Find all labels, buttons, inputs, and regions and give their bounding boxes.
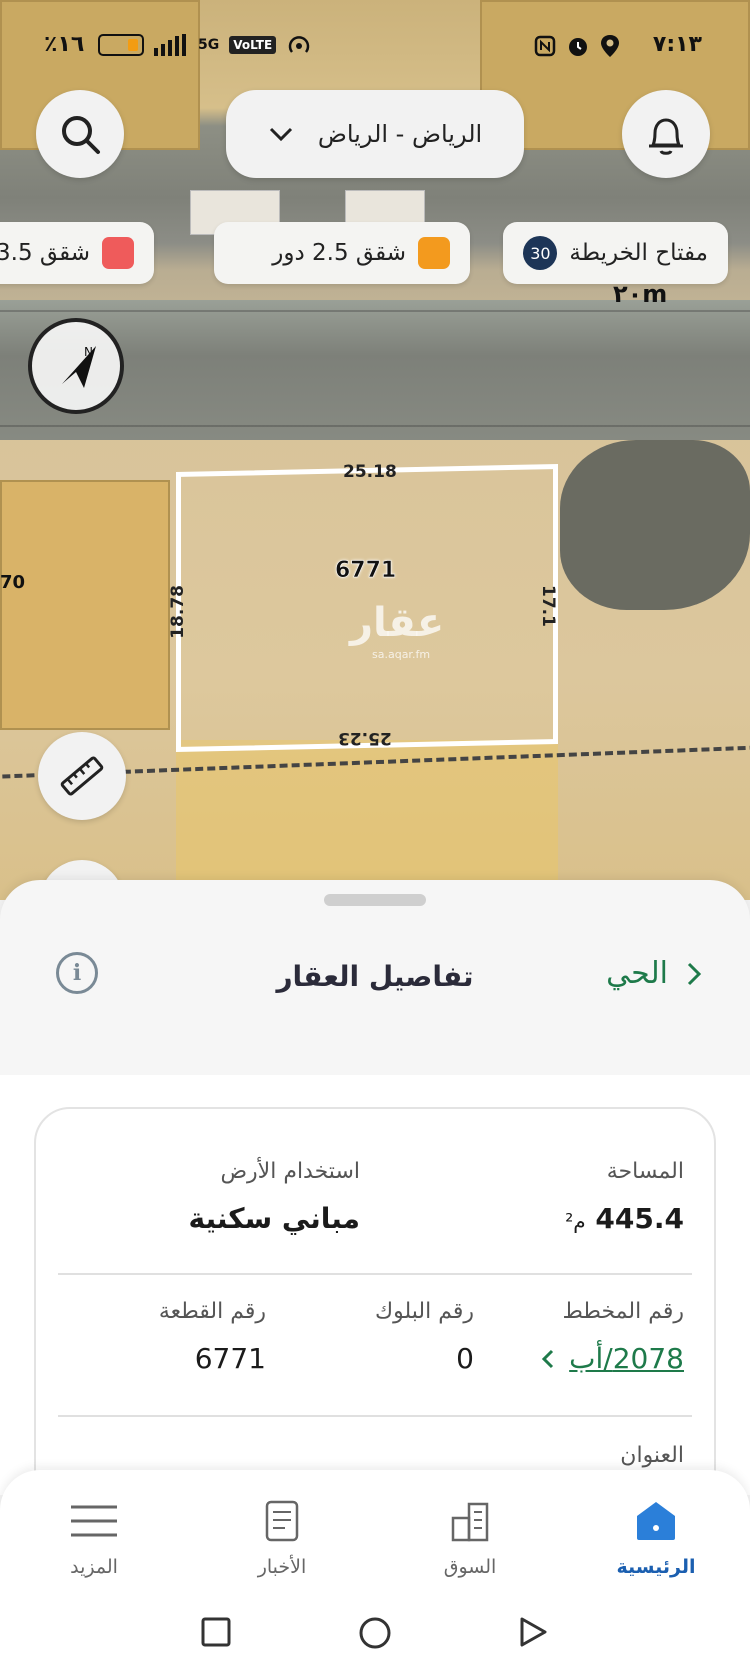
legend-swatch	[418, 237, 450, 269]
legend-chip-apartments-3-5[interactable]: شقق 3.5	[0, 222, 154, 284]
watermark-logo: عقار	[350, 600, 445, 646]
property-details-sheet: الحي تفاصيل العقار i المساحة 445.4 م² اس…	[0, 880, 750, 1527]
plot-number-value: 6771	[194, 1342, 266, 1375]
clock: ٧:١٣	[652, 32, 702, 57]
address-label: العنوان	[620, 1443, 684, 1468]
plot-number-label: 6771	[335, 558, 397, 584]
ruler-icon	[60, 756, 104, 796]
nav-news-label: الأخبار	[257, 1556, 307, 1578]
hotspot-icon	[288, 36, 310, 53]
chevron-down-icon	[269, 127, 292, 142]
area-number: 445.4	[595, 1202, 684, 1235]
location-icon	[601, 35, 619, 57]
search-button[interactable]	[36, 90, 124, 178]
map-key-count: 30	[523, 236, 558, 270]
nav-home[interactable]: الرئيسية	[596, 1498, 716, 1578]
city-dropdown[interactable]: الرياض - الرياض	[226, 90, 524, 178]
nav-more-label: المزيد	[70, 1556, 118, 1578]
news-icon	[265, 1500, 299, 1542]
compass-needle-icon: N	[62, 345, 96, 388]
nfc-icon	[534, 35, 556, 57]
bottom-navigation: الرئيسية السوق الأخبار المزيد	[0, 1470, 750, 1600]
menu-icon	[71, 1505, 117, 1537]
block-number-field: رقم البلوك 0	[375, 1299, 474, 1375]
status-bar: ٪١٦ 5G VoLTE ٧:١٣	[0, 28, 750, 68]
nav-market-label: السوق	[443, 1556, 497, 1578]
property-info-card: المساحة 445.4 م² استخدام الأرض مباني سكن…	[34, 1107, 716, 1527]
volte-badge: VoLTE	[229, 36, 277, 54]
area-field: المساحة 445.4 م²	[565, 1159, 684, 1235]
home-icon	[637, 1502, 675, 1540]
sheet-drag-handle[interactable]	[324, 894, 426, 906]
address-field: العنوان	[620, 1443, 684, 1468]
legend-chip-label: شقق 3.5	[0, 240, 90, 266]
nav-news[interactable]: الأخبار	[222, 1498, 342, 1578]
area-value: 445.4 م²	[565, 1202, 684, 1235]
watermark-url: sa.aqar.fm	[372, 648, 431, 661]
measure-button[interactable]	[38, 732, 126, 820]
road-edge-line	[0, 425, 750, 427]
nav-more[interactable]: المزيد	[34, 1498, 154, 1578]
compass-button[interactable]: N	[28, 318, 124, 414]
svg-text:N: N	[84, 345, 93, 359]
circle-icon	[359, 1617, 391, 1649]
land-use-label: استخدام الأرض	[220, 1159, 360, 1184]
map-key-label: مفتاح الخريطة	[569, 240, 708, 266]
info-icon: i	[72, 960, 82, 986]
divider	[58, 1273, 692, 1275]
chevron-left-icon	[542, 1349, 554, 1368]
sheet-title: تفاصيل العقار	[276, 960, 474, 993]
search-icon	[62, 116, 100, 154]
plot-left-length: 18.78	[168, 585, 188, 639]
plot-number-field: رقم القطعة 6771	[159, 1299, 266, 1375]
block-number-label: رقم البلوك	[374, 1299, 474, 1324]
plan-number-value: 2078/أب	[569, 1342, 684, 1375]
map-key-chip[interactable]: مفتاح الخريطة 30	[503, 222, 728, 284]
map-scale: ٢٠m	[613, 280, 668, 308]
home-system-button[interactable]	[358, 1616, 392, 1654]
city-dropdown-value: الرياض - الرياض	[317, 120, 483, 148]
triangle-play-icon	[520, 1617, 547, 1647]
status-left-icons: 5G VoLTE	[98, 34, 312, 56]
buildings-icon	[451, 1502, 489, 1542]
map-building	[0, 480, 170, 730]
road-edge-line	[0, 310, 750, 312]
square-icon	[201, 1617, 231, 1647]
plan-number-field: رقم المخطط 2078/أب	[541, 1299, 684, 1375]
plot-top-length: 25.18	[343, 462, 397, 482]
status-right-icons	[534, 34, 620, 58]
nav-home-label: الرئيسية	[616, 1556, 696, 1578]
battery-percent: ٪١٦	[44, 32, 85, 57]
neighbor-plot-label: 70	[0, 572, 26, 593]
plot-bottom-length: 25.23	[338, 728, 392, 748]
battery-icon	[98, 34, 144, 56]
system-navigation-bar	[0, 1600, 750, 1667]
back-system-button[interactable]	[518, 1616, 548, 1652]
nav-market[interactable]: السوق	[410, 1498, 530, 1578]
area-unit: م²	[565, 1209, 586, 1233]
info-button[interactable]: i	[56, 952, 98, 994]
legend-chip-apartments-2-5[interactable]: شقق 2.5 دور	[214, 222, 470, 284]
legend-swatch	[102, 237, 134, 269]
legend-chip-label: شقق 2.5 دور	[272, 240, 406, 266]
plan-number-label: رقم المخطط	[562, 1299, 684, 1324]
alarm-icon	[569, 38, 587, 56]
plot-number-label: رقم القطعة	[158, 1299, 266, 1324]
map-view[interactable]: 25.18 25.23 18.78 17.1 6771 عقار sa.aqar…	[0, 0, 750, 900]
land-use-field: استخدام الأرض مباني سكنية	[188, 1159, 360, 1235]
network-type: 5G	[198, 37, 220, 53]
signal-icon	[154, 34, 186, 56]
map-vegetation	[560, 440, 750, 610]
area-label: المساحة	[606, 1159, 684, 1184]
sheet-header: الحي تفاصيل العقار i	[0, 950, 750, 1010]
block-number-value: 0	[456, 1342, 474, 1375]
divider	[58, 1415, 692, 1417]
bell-icon	[649, 118, 683, 155]
recents-button[interactable]	[200, 1616, 232, 1652]
notifications-button[interactable]	[622, 90, 710, 178]
plan-number-link[interactable]: 2078/أب	[541, 1342, 684, 1375]
land-use-value: مباني سكنية	[188, 1202, 360, 1235]
plot-right-length: 17.1	[538, 585, 558, 627]
sheet-body: المساحة 445.4 م² استخدام الأرض مباني سكن…	[0, 1075, 750, 1527]
